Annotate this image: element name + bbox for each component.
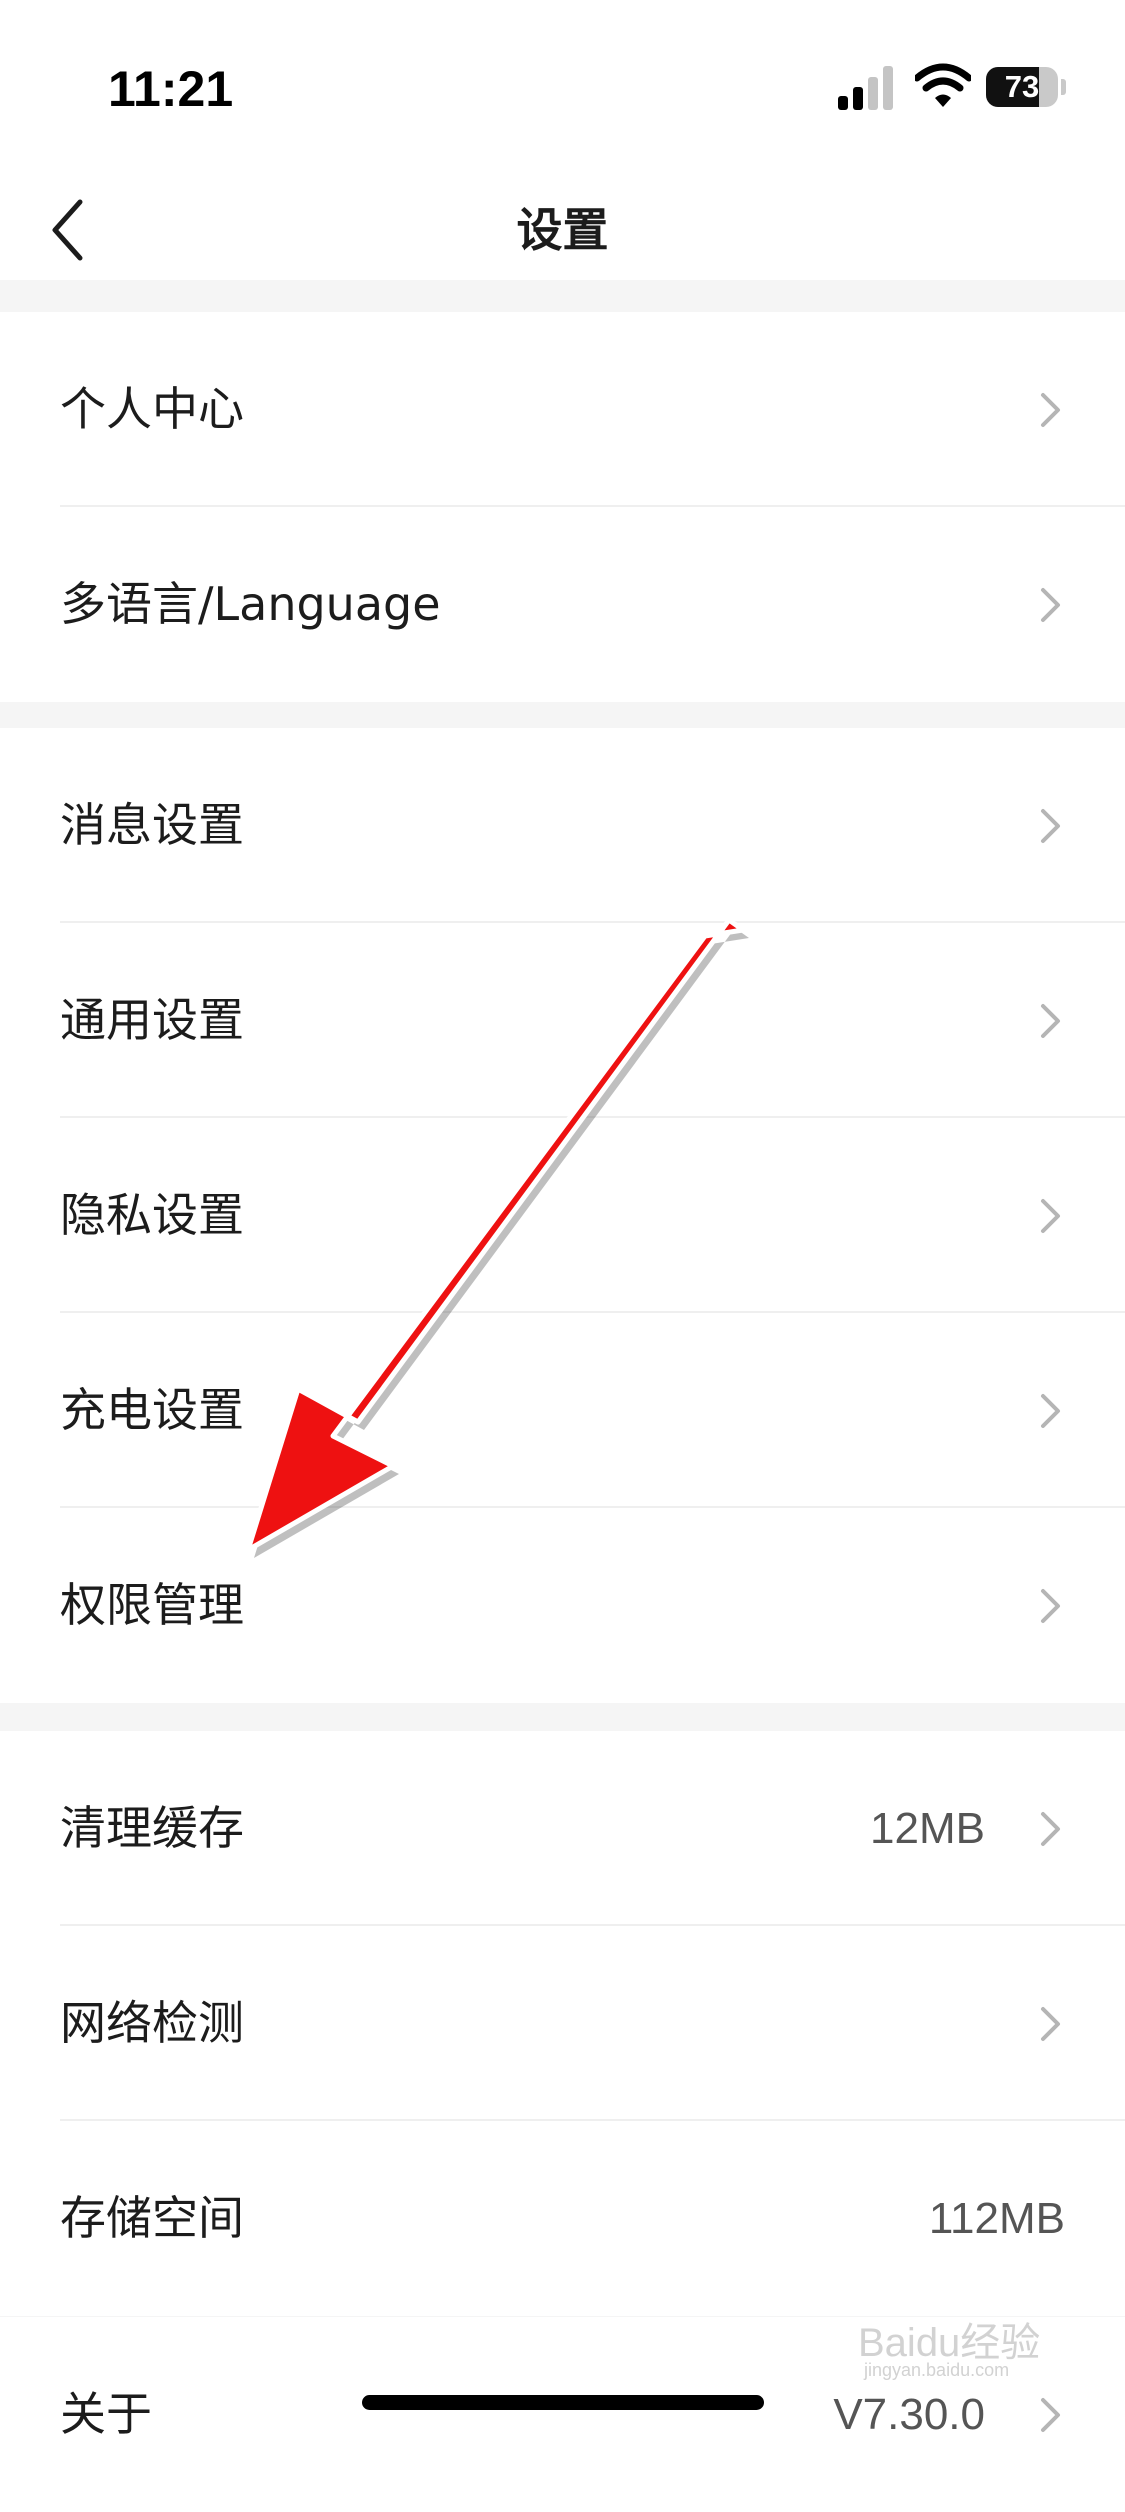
settings-item-personal-center[interactable]: 个人中心 bbox=[0, 312, 1125, 507]
settings-item-label: 充电设置 bbox=[60, 1383, 244, 1437]
cache-size-value: 12MB bbox=[870, 1804, 985, 1853]
settings-item-storage: 存储空间 112MB bbox=[0, 2121, 1125, 2316]
home-indicator bbox=[362, 2395, 764, 2410]
page-title: 设置 bbox=[516, 203, 609, 257]
settings-item-label: 存储空间 bbox=[60, 2191, 244, 2245]
settings-item-label: 通用设置 bbox=[60, 993, 244, 1047]
cellular-signal-icon bbox=[838, 66, 893, 110]
settings-item-language[interactable]: 多语言/Language bbox=[0, 507, 1125, 702]
settings-item-label: 网络检测 bbox=[60, 1996, 244, 2050]
nav-bar: 设置 bbox=[0, 180, 1125, 280]
chevron-right-icon bbox=[1041, 2398, 1060, 2432]
settings-group-storage: 清理缓存 12MB 网络检测 存储空间 112MB bbox=[0, 1731, 1125, 2316]
chevron-right-icon bbox=[1041, 1589, 1060, 1623]
settings-item-network-check[interactable]: 网络检测 bbox=[0, 1926, 1125, 2121]
battery-icon: 73 bbox=[986, 67, 1066, 107]
settings-item-charging[interactable]: 充电设置 bbox=[0, 1313, 1125, 1508]
settings-item-permissions[interactable]: 权限管理 bbox=[0, 1508, 1125, 1703]
chevron-right-icon bbox=[1041, 2007, 1060, 2041]
chevron-right-icon bbox=[1041, 809, 1060, 843]
settings-item-label: 清理缓存 bbox=[60, 1801, 244, 1855]
baidu-watermark-url: jingyan.baidu.com bbox=[864, 2360, 1010, 2380]
settings-item-label: 权限管理 bbox=[60, 1578, 244, 1632]
chevron-right-icon bbox=[1041, 588, 1060, 622]
storage-size-value: 112MB bbox=[928, 2194, 1065, 2243]
settings-item-privacy[interactable]: 隐私设置 bbox=[0, 1118, 1125, 1313]
settings-item-label: 多语言/Language bbox=[60, 577, 441, 631]
battery-percent-label: 73 bbox=[1004, 69, 1040, 104]
chevron-right-icon bbox=[1041, 1199, 1060, 1233]
chevron-right-icon bbox=[1041, 1004, 1060, 1038]
status-time: 11:21 bbox=[108, 61, 234, 117]
settings-item-clear-cache[interactable]: 清理缓存 12MB bbox=[0, 1731, 1125, 1926]
settings-item-label: 消息设置 bbox=[60, 798, 244, 852]
settings-item-label: 个人中心 bbox=[60, 382, 244, 436]
chevron-right-icon bbox=[1041, 1812, 1060, 1846]
status-bar: 11:21 73 bbox=[0, 0, 1125, 180]
settings-item-label: 关于 bbox=[60, 2387, 152, 2441]
chevron-right-icon bbox=[1041, 393, 1060, 427]
settings-item-message[interactable]: 消息设置 bbox=[0, 728, 1125, 923]
chevron-right-icon bbox=[1041, 1394, 1060, 1428]
wifi-icon bbox=[915, 63, 971, 107]
settings-item-general[interactable]: 通用设置 bbox=[0, 923, 1125, 1118]
settings-item-label: 隐私设置 bbox=[60, 1188, 244, 1242]
settings-group-preferences: 消息设置 通用设置 隐私设置 充电设置 权限管理 bbox=[0, 728, 1125, 1703]
settings-group-account: 个人中心 多语言/Language bbox=[0, 312, 1125, 702]
